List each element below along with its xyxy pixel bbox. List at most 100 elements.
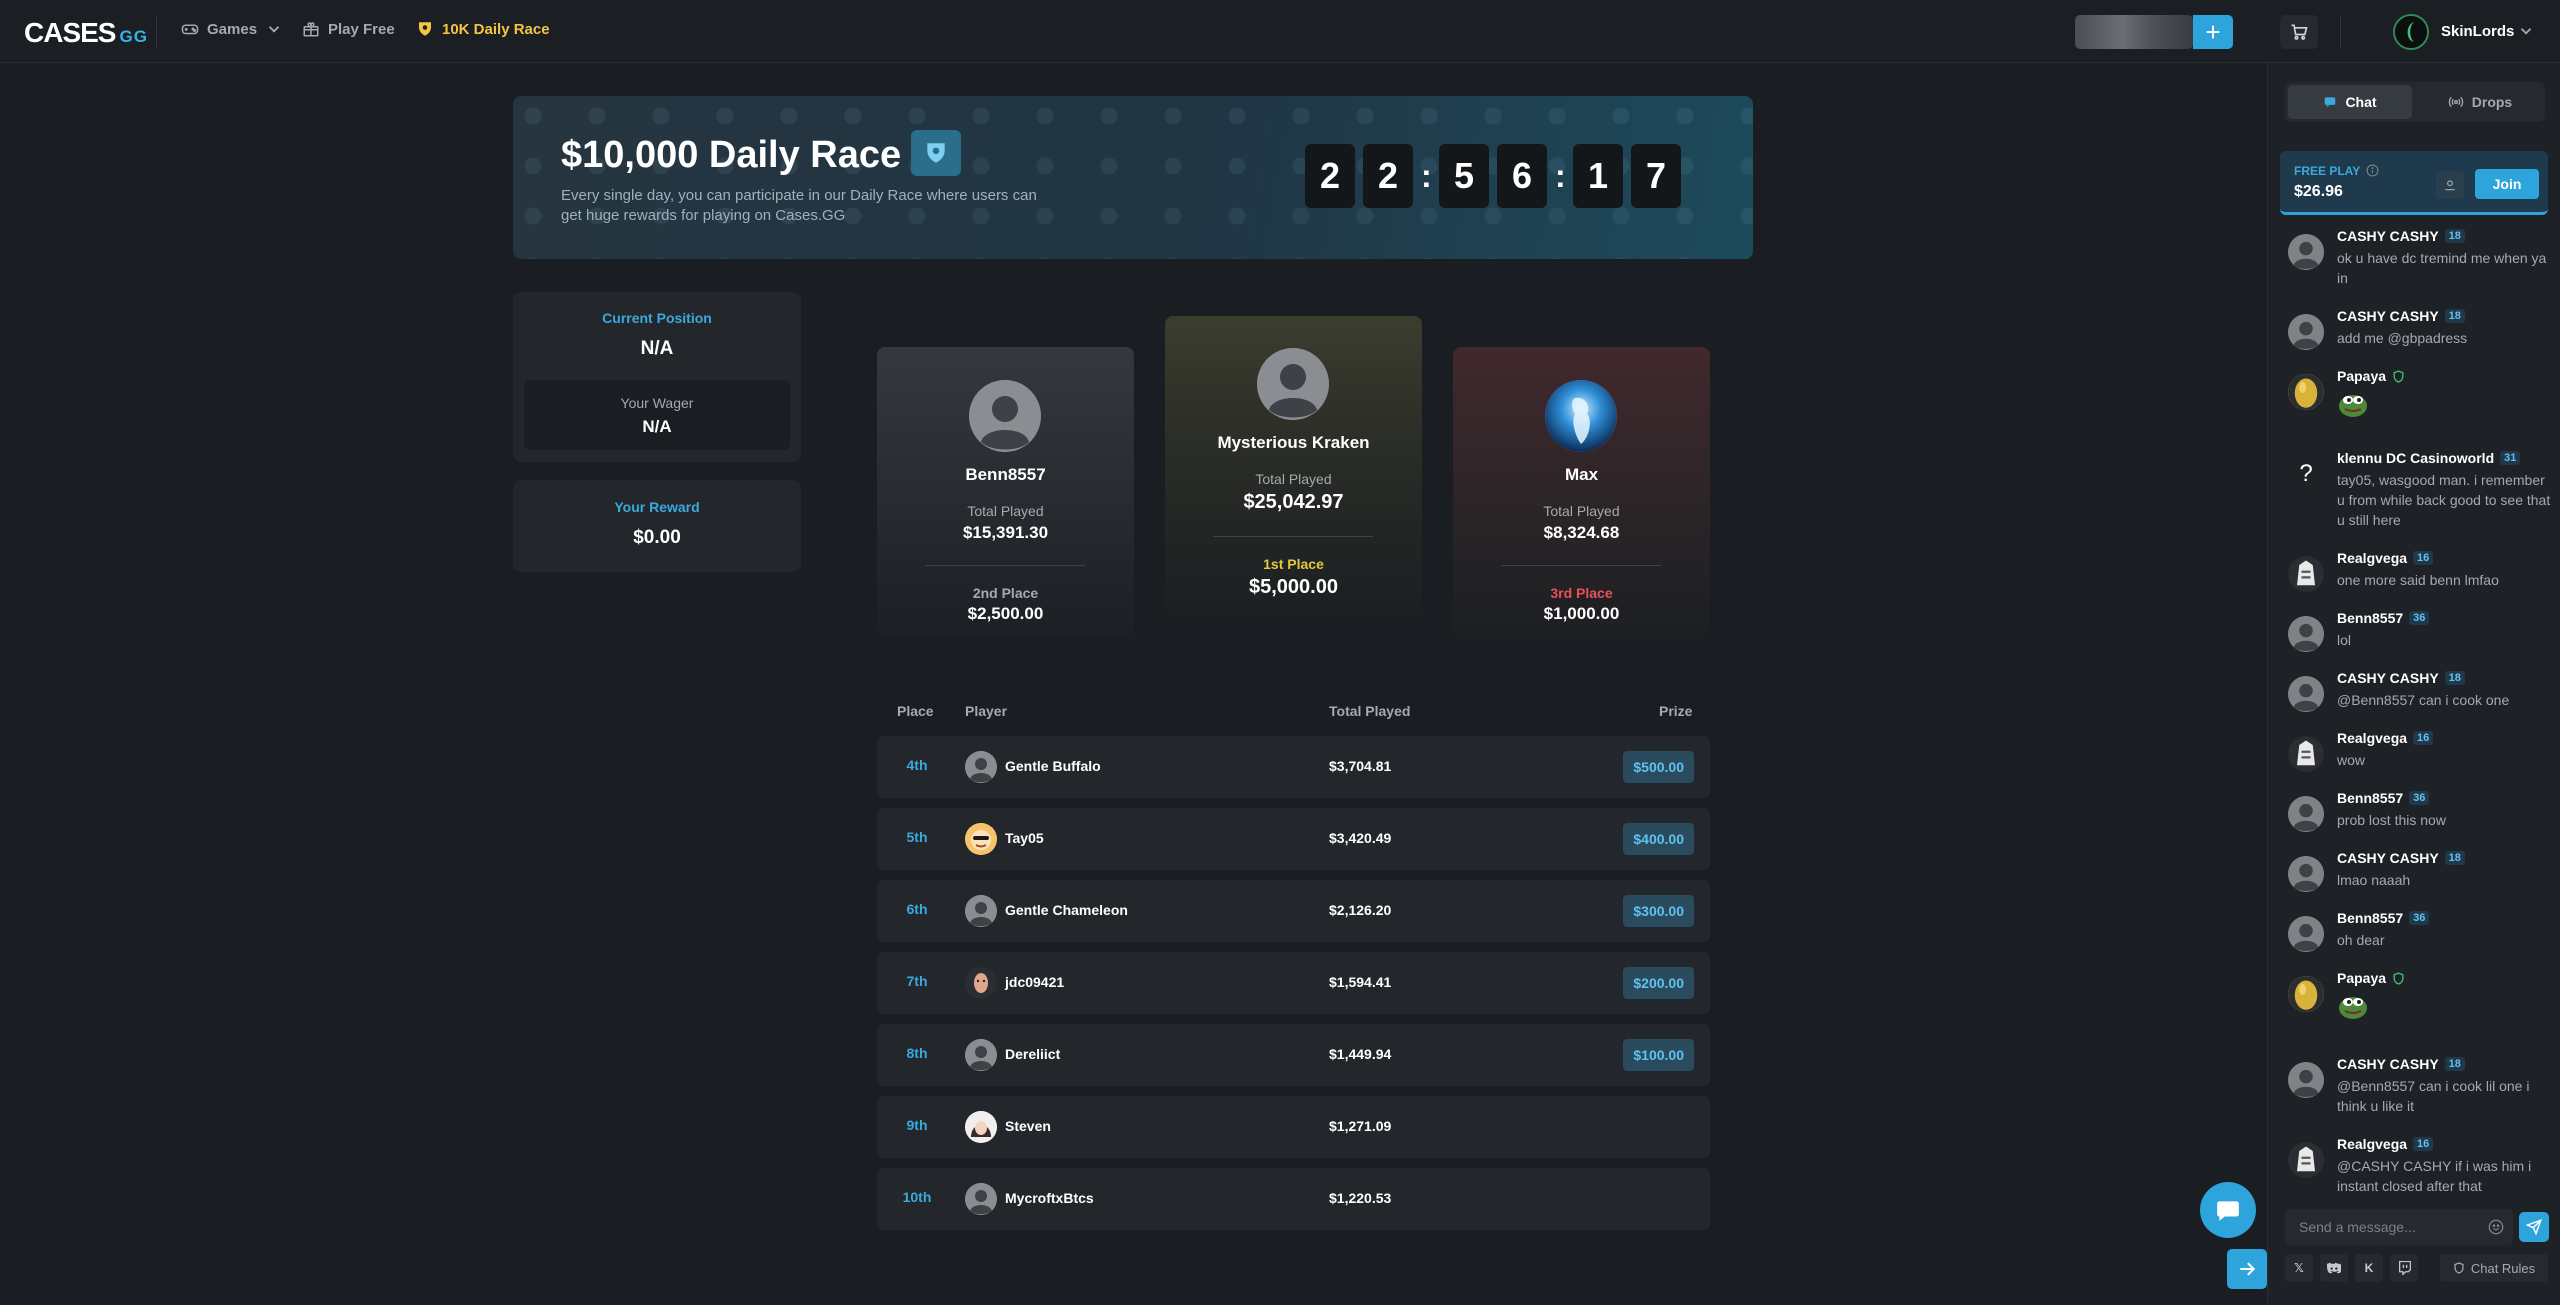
player-avatar [2288,1142,2324,1178]
countdown-separator: : [1555,157,1566,194]
reward-card: Your Reward $0.00 [513,480,801,572]
row-place: 10th [902,1189,932,1205]
message-text: wow [2337,752,2366,768]
row-place: 4th [906,757,928,773]
question-avatar-icon: ? [2299,460,2313,487]
balance-display[interactable] [2075,15,2193,49]
podium-total-played: $15,391.30 [962,523,1049,542]
message-user[interactable]: Realgvega [2337,730,2407,746]
row-place: 7th [906,973,928,989]
message-text: @Benn8557 can i cook one [2337,692,2510,708]
countdown-separator: : [1421,157,1432,194]
level-badge: 36 [2409,611,2430,625]
default-avatar-icon [2288,856,2324,892]
podium-second: Benn8557 Total Played $15,391.30 2nd Pla… [877,347,1134,637]
col-header-player: Player [965,703,1008,719]
message-user[interactable]: Benn8557 [2337,910,2403,926]
row-player: Gentle Chameleon [1005,902,1128,918]
col-header-prize: Prize [1659,703,1693,719]
row-total: $1,271.09 [1329,1118,1392,1134]
nav-games[interactable]: Games [181,20,283,38]
twitch-icon[interactable] [2390,1254,2418,1282]
message-text: @Benn8557 can i cook lil one i think u l… [2337,1078,2530,1114]
row-player: jdc09421 [1005,974,1065,990]
row-place: 6th [906,901,928,917]
shield-icon [2393,971,2404,985]
username[interactable]: SkinLords [2441,23,2514,40]
default-avatar-icon [2288,1062,2324,1098]
info-icon[interactable] [2366,164,2379,177]
discord-icon[interactable] [2320,1254,2348,1282]
message-user[interactable]: CASHY CASHY [2337,850,2439,866]
countdown-digit: 6 [1497,144,1547,208]
total-played-label: Total Played [1543,503,1620,519]
table-row: 10th MycroftxBtcs $1,220.53 [877,1168,1710,1230]
pepe-emote [2337,992,2369,1025]
message-user[interactable]: Benn8557 [2337,790,2403,806]
row-player: Steven [1005,1118,1051,1134]
site-logo[interactable]: CASES GG [24,17,148,49]
podium-prize: $2,500.00 [967,604,1044,623]
daily-race-banner: $10,000 Daily Race Every single day, you… [513,96,1753,259]
divider [1213,536,1373,537]
chevron-down-icon[interactable] [2517,22,2535,40]
send-button[interactable] [2519,1212,2549,1242]
divider [1501,565,1661,566]
default-avatar-icon [2288,916,2324,952]
level-badge: 18 [2444,851,2465,865]
kick-icon[interactable]: K [2355,1254,2383,1282]
join-button[interactable]: Join [2475,169,2539,199]
table-row: 9th Steven $1,271.09 [877,1096,1710,1158]
header-divider [2340,16,2341,48]
player-avatar [1545,380,1617,452]
collapse-chat-button[interactable] [2227,1249,2267,1289]
message-text: add me @gbpadress [2337,330,2468,346]
free-play-label: FREE PLAY [2294,164,2379,178]
tab-drops[interactable]: Drops [2418,85,2542,119]
chat-tabs: Chat Drops [2285,82,2545,122]
free-play-card: FREE PLAY $26.96 Join [2280,151,2548,215]
support-chat-button[interactable] [2200,1182,2256,1238]
message-text: lmao naaah [2337,872,2411,888]
plus-icon: + [2205,16,2221,47]
default-avatar-icon [2288,234,2324,270]
nav-play-free[interactable]: Play Free [302,20,395,38]
arrow-right-icon [2240,1262,2256,1276]
default-avatar-icon [965,751,997,783]
default-avatar-icon [965,895,997,927]
message-user[interactable]: CASHY CASHY [2337,308,2439,324]
row-player: Gentle Buffalo [1005,758,1101,774]
send-icon [2526,1219,2542,1235]
deposit-button[interactable]: + [2193,15,2233,49]
chat-rules-button[interactable]: Chat Rules [2440,1254,2548,1282]
message-user[interactable]: CASHY CASHY [2337,1056,2439,1072]
cart-button[interactable] [2280,15,2318,49]
race-countdown: 2 2 : 5 6 : 1 7 [1305,144,1681,208]
message-user[interactable]: klennu DC Casinoworld [2337,450,2494,466]
user-avatar[interactable] [2393,14,2429,50]
row-prize: $100.00 [1623,1039,1694,1071]
podium-third: Max Total Played $8,324.68 3rd Place $1,… [1453,347,1710,637]
table-row: 6th Gentle Chameleon $2,126.20 $300.00 [877,880,1710,942]
message-user[interactable]: CASHY CASHY [2337,670,2439,686]
countdown-digit: 2 [1363,144,1413,208]
default-avatar-icon [969,380,1041,452]
broadcast-icon [2448,96,2463,108]
current-position-label: Current Position [602,310,712,326]
free-play-settings-button[interactable] [2436,171,2464,199]
message-user[interactable]: Papaya [2337,368,2386,384]
row-total: $1,594.41 [1329,974,1392,990]
x-twitter-icon[interactable]: 𝕏 [2285,1254,2313,1282]
message-user[interactable]: Realgvega [2337,550,2407,566]
emoji-icon[interactable] [2488,1219,2504,1235]
podium-prize: $5,000.00 [1249,576,1338,598]
message-user[interactable]: Realgvega [2337,1136,2407,1152]
message-user[interactable]: Papaya [2337,970,2386,986]
chat-message-input[interactable]: Send a message... [2285,1209,2513,1245]
message-user[interactable]: Benn8557 [2337,610,2403,626]
level-badge: 18 [2444,309,2465,323]
message-text: lol [2337,632,2352,648]
message-user[interactable]: CASHY CASHY [2337,228,2439,244]
nav-daily-race[interactable]: 10K Daily Race [416,20,550,38]
tab-chat[interactable]: Chat [2288,85,2412,119]
